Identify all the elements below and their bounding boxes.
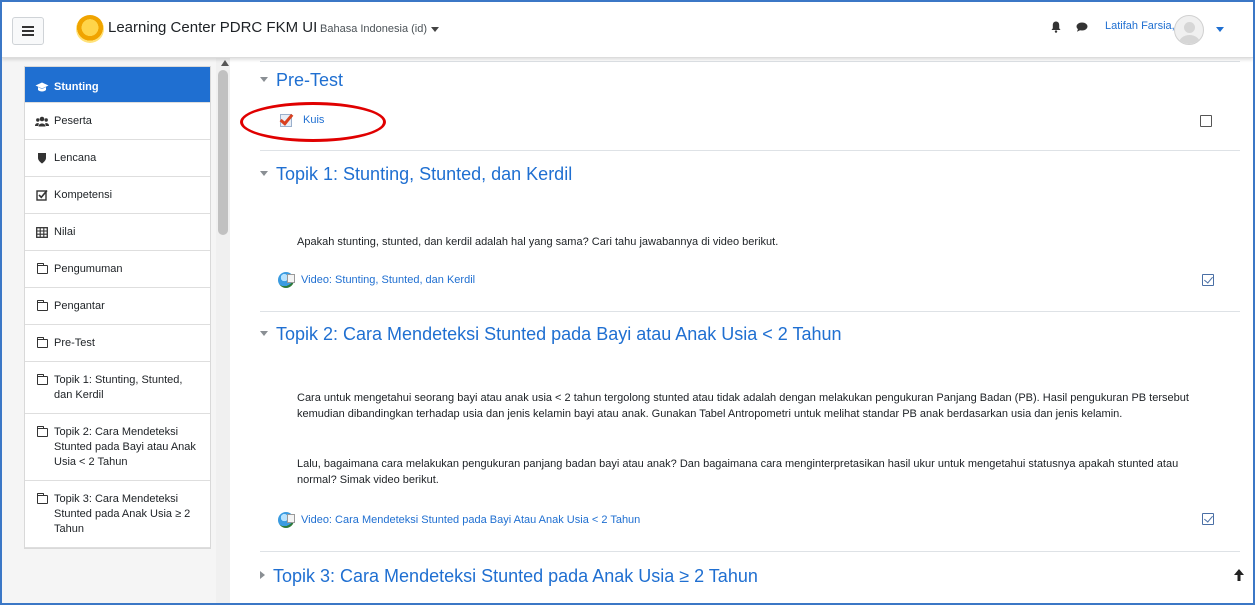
chat-icon[interactable]: [1076, 22, 1088, 32]
checkbox-icon: [35, 189, 49, 201]
folder-shape: [36, 262, 48, 274]
sidebar-item-topik-2[interactable]: Topik 2: Cara Mendeteksi Stunted pada Ba…: [25, 414, 210, 481]
folder-icon: [35, 492, 49, 505]
url-globe-icon: [278, 512, 295, 528]
users-icon: [35, 115, 49, 127]
section-summary: Apakah stunting, stunted, dan kerdil ada…: [297, 236, 779, 248]
folder-icon: [35, 262, 49, 275]
sidebar-item-lencana[interactable]: Lencana: [25, 140, 210, 177]
url-globe-icon: [278, 272, 295, 288]
shield-icon: [35, 152, 49, 164]
scroll-up-arrow-icon[interactable]: [221, 60, 229, 66]
sidebar-item-label: Kompetensi: [54, 189, 113, 201]
folder-shape: [36, 373, 48, 385]
folder-shape: [36, 425, 48, 437]
folder-icon: [35, 299, 49, 312]
graduation-cap-icon: [35, 81, 49, 93]
section-title-text: Topik 3: Cara Mendeteksi Stunted pada An…: [273, 566, 758, 586]
completion-checkbox[interactable]: [1200, 115, 1212, 127]
sidebar-item-label: Lencana: [54, 152, 97, 164]
sidebar-item-label: Pengumuman: [54, 263, 123, 275]
section-divider: [260, 311, 1240, 312]
sidebar-item-label: Topik 3: Cara Mendeteksi Stunted pada An…: [54, 493, 191, 535]
site-logo[interactable]: [76, 15, 104, 43]
avatar-head: [1184, 22, 1195, 33]
hamburger-icon: [22, 26, 34, 36]
user-menu-chevron-icon[interactable]: [1216, 27, 1224, 32]
section-summary: Lalu, bagaimana cara melakukan pengukura…: [297, 458, 1179, 486]
sidebar-item-stunting[interactable]: Stunting: [25, 67, 210, 103]
avatar[interactable]: [1174, 15, 1204, 45]
course-sidebar: Stunting Peserta Lencana Kompetensi Nila…: [2, 58, 230, 603]
chevron-down-icon: [431, 26, 440, 32]
sidebar-item-topik-3[interactable]: Topik 3: Cara Mendeteksi Stunted pada An…: [25, 481, 210, 548]
completion-checkbox-checked[interactable]: [1202, 274, 1214, 286]
sidebar-item-label: Peserta: [54, 115, 92, 127]
folder-icon: [35, 336, 49, 349]
activity-video-topik-1[interactable]: Video: Stunting, Stunted, dan Kerdil: [278, 272, 475, 288]
section-title-text: Pre-Test: [276, 70, 344, 90]
folder-icon: [35, 373, 49, 386]
back-to-top-icon[interactable]: [1231, 565, 1247, 585]
section-title-text: Topik 2: Cara Mendeteksi Stunted pada Ba…: [276, 324, 842, 344]
activity-link[interactable]: Video: Stunting, Stunted, dan Kerdil: [301, 274, 475, 286]
sidebar-item-topik-1[interactable]: Topik 1: Stunting, Stunted, dan Kerdil: [25, 362, 210, 414]
collapse-caret-icon[interactable]: [260, 76, 268, 82]
section-divider: [260, 551, 1240, 552]
folder-shape: [36, 299, 48, 311]
folder-shape: [36, 492, 48, 504]
bell-icon[interactable]: [1051, 21, 1061, 33]
expand-caret-icon[interactable]: [260, 571, 265, 580]
sidebar-item-label: Pre-Test: [54, 337, 95, 349]
sidebar-item-pre-test[interactable]: Pre-Test: [25, 325, 210, 362]
menu-toggle-button[interactable]: [12, 17, 44, 45]
activity-video-topik-2[interactable]: Video: Cara Mendeteksi Stunted pada Bayi…: [278, 512, 640, 528]
section-title-topik-3[interactable]: Topik 3: Cara Mendeteksi Stunted pada An…: [260, 566, 758, 587]
sidebar-item-pengumuman[interactable]: Pengumuman: [25, 251, 210, 288]
top-navbar: Learning Center PDRC FKM UI Bahasa Indon…: [2, 2, 1253, 58]
sidebar-item-label: Stunting: [54, 81, 99, 93]
section-title-topik-1[interactable]: Topik 1: Stunting, Stunted, dan Kerdil: [260, 164, 572, 185]
course-content: Pre-Test Kuis Topik 1: Stunting, Stunted…: [240, 58, 1242, 603]
sidebar-item-label: Nilai: [54, 226, 76, 238]
course-index: Stunting Peserta Lencana Kompetensi Nila…: [24, 66, 211, 549]
language-label: Bahasa Indonesia (id): [320, 23, 428, 35]
browser-frame: Learning Center PDRC FKM UI Bahasa Indon…: [0, 0, 1255, 605]
activity-link[interactable]: Video: Cara Mendeteksi Stunted pada Bayi…: [301, 514, 640, 526]
sidebar-item-label: Topik 1: Stunting, Stunted, dan Kerdil: [54, 374, 183, 401]
site-name[interactable]: Learning Center PDRC FKM UI: [108, 19, 317, 36]
section-summary: Cara untuk mengetahui seorang bayi atau …: [297, 392, 1189, 420]
red-highlight-circle: [240, 102, 386, 142]
language-selector[interactable]: Bahasa Indonesia (id): [320, 23, 440, 35]
section-title-text: Topik 1: Stunting, Stunted, dan Kerdil: [276, 164, 573, 184]
completion-checkbox-checked[interactable]: [1202, 513, 1214, 525]
sidebar-item-kompetensi[interactable]: Kompetensi: [25, 177, 210, 214]
folder-icon: [35, 425, 49, 438]
sidebar-scroll-thumb[interactable]: [218, 70, 228, 235]
collapse-caret-icon[interactable]: [260, 170, 268, 176]
sidebar-item-label: Topik 2: Cara Mendeteksi Stunted pada Ba…: [54, 426, 196, 468]
table-icon: [35, 226, 49, 238]
sidebar-item-peserta[interactable]: Peserta: [25, 103, 210, 140]
section-title-pre-test[interactable]: Pre-Test: [260, 70, 343, 91]
section-title-topik-2[interactable]: Topik 2: Cara Mendeteksi Stunted pada Ba…: [260, 324, 842, 345]
section-divider: [260, 61, 1240, 62]
sidebar-item-pengantar[interactable]: Pengantar: [25, 288, 210, 325]
section-divider: [260, 150, 1240, 151]
sidebar-item-nilai[interactable]: Nilai: [25, 214, 210, 251]
sidebar-item-label: Pengantar: [54, 300, 105, 312]
collapse-caret-icon[interactable]: [260, 330, 268, 336]
avatar-body: [1179, 35, 1200, 44]
folder-shape: [36, 336, 48, 348]
